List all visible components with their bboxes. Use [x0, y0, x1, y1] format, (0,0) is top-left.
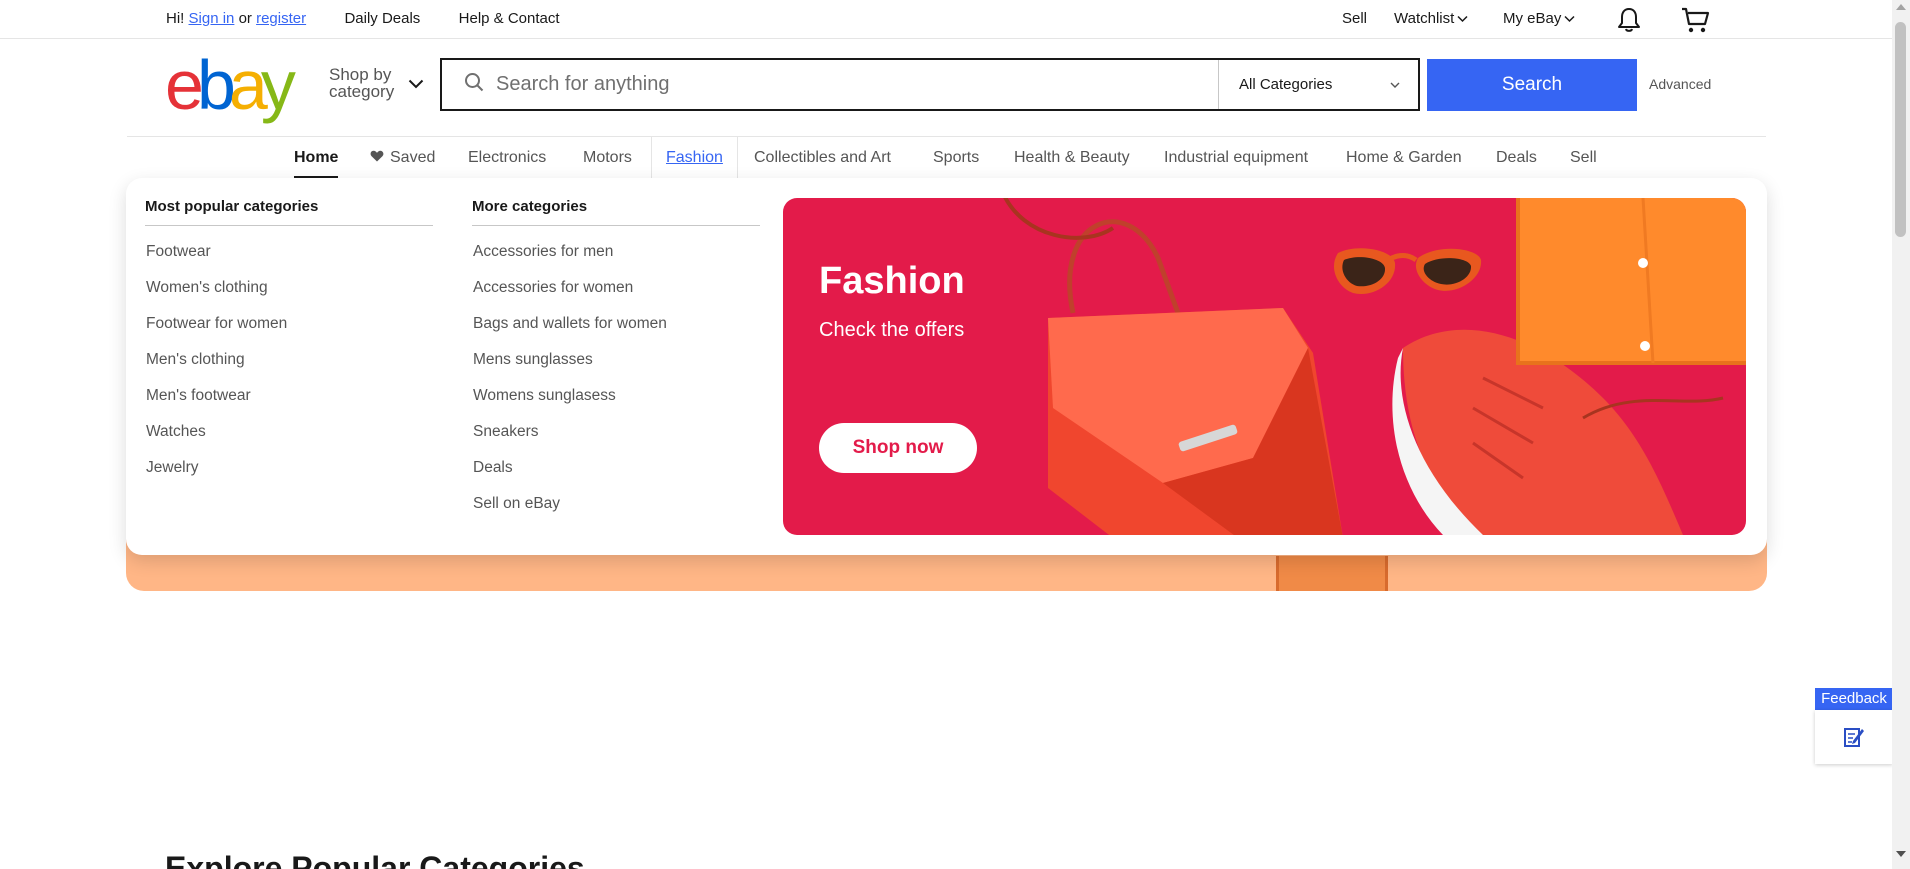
nav-industrial-equipment[interactable]: Industrial equipment	[1164, 149, 1308, 167]
chevron-down-icon	[1457, 13, 1468, 24]
page-scrollbar[interactable]	[1892, 0, 1910, 869]
logo-letter-e: e	[165, 46, 204, 124]
sell-link[interactable]: Sell	[1342, 10, 1367, 27]
advanced-search-link[interactable]: Advanced	[1649, 76, 1711, 92]
dropdown-link-mens-footwear[interactable]: Men's footwear	[145, 378, 433, 414]
more-categories-list: Accessories for men Accessories for wome…	[472, 234, 760, 522]
dropdown-link-jewelry[interactable]: Jewelry	[145, 450, 433, 486]
watchlist-label: Watchlist	[1394, 10, 1455, 27]
search-input[interactable]	[496, 73, 1216, 96]
dropdown-link-footwear[interactable]: Footwear	[145, 234, 433, 270]
nav-health-beauty[interactable]: Health & Beauty	[1014, 149, 1130, 167]
top-utility-bar: Hi! Sign in or register Daily Deals Help…	[0, 0, 1892, 39]
feedback-label: Feedback	[1815, 688, 1893, 710]
search-bar: All Categories	[440, 58, 1420, 111]
nav-saved-label: Saved	[390, 149, 436, 166]
nav-sell[interactable]: Sell	[1570, 149, 1597, 167]
dropdown-link-mens-sunglasses[interactable]: Mens sunglasses	[472, 342, 760, 378]
notification-bell-icon[interactable]	[1616, 6, 1642, 34]
shop-by-line1: Shop by	[329, 65, 392, 84]
dropdown-link-accessories-men[interactable]: Accessories for men	[472, 234, 760, 270]
more-categories-title: More categories	[472, 198, 760, 226]
chevron-down-icon	[1390, 76, 1400, 93]
category-nav: Home Saved Electronics Motors Fashion Co…	[0, 137, 1892, 179]
shop-now-button[interactable]: Shop now	[819, 423, 977, 473]
promo-subtitle: Check the offers	[819, 319, 965, 341]
nav-collectibles-art[interactable]: Collectibles and Art	[754, 149, 891, 167]
nav-motors[interactable]: Motors	[583, 149, 632, 167]
scroll-up-arrow-icon[interactable]	[1896, 4, 1906, 10]
dropdown-link-mens-clothing[interactable]: Men's clothing	[145, 342, 433, 378]
nav-fashion[interactable]: Fashion	[666, 149, 723, 167]
shop-by-line2: category	[329, 82, 395, 101]
ebay-logo[interactable]: e b a y	[165, 46, 313, 124]
popular-categories-list: Footwear Women's clothing Footwear for w…	[145, 234, 433, 486]
sell-label: Sell	[1342, 10, 1368, 27]
nav-sports[interactable]: Sports	[933, 149, 979, 167]
heart-icon	[370, 149, 384, 167]
chevron-down-icon	[1564, 13, 1575, 24]
search-field	[442, 60, 1218, 109]
dropdown-link-accessories-women[interactable]: Accessories for women	[472, 270, 760, 306]
nav-electronics[interactable]: Electronics	[468, 149, 546, 167]
category-select[interactable]: All Categories	[1218, 60, 1418, 109]
fashion-promo-banner[interactable]: Fashion Check the offers Shop now	[783, 198, 1746, 535]
dropdown-link-womens-sunglasses[interactable]: Womens sunglasess	[472, 378, 760, 414]
dropdown-link-watches[interactable]: Watches	[145, 414, 433, 450]
search-icon	[464, 72, 484, 97]
dropdown-link-sell-on-ebay[interactable]: Sell on eBay	[472, 486, 760, 522]
dropdown-link-deals[interactable]: Deals	[472, 450, 760, 486]
hero-image-fragment	[1276, 556, 1388, 591]
more-categories-column: More categories Accessories for men Acce…	[472, 198, 760, 522]
popular-categories-title: Most popular categories	[145, 198, 433, 226]
dropdown-link-womens-clothing[interactable]: Women's clothing	[145, 270, 433, 306]
nav-home[interactable]: Home	[294, 149, 339, 178]
logo-letter-b: b	[196, 46, 236, 124]
nav-deals[interactable]: Deals	[1496, 149, 1537, 167]
dropdown-link-bags-wallets-women[interactable]: Bags and wallets for women	[472, 306, 760, 342]
promo-title: Fashion	[819, 260, 965, 302]
nav-home-garden[interactable]: Home & Garden	[1346, 149, 1462, 167]
cart-icon[interactable]	[1680, 6, 1710, 34]
explore-categories-heading: Explore Popular Categories	[165, 850, 585, 869]
feedback-widget[interactable]: Feedback	[1815, 688, 1893, 766]
my-ebay-label: My eBay	[1503, 10, 1562, 27]
dropdown-link-footwear-for-women[interactable]: Footwear for women	[145, 306, 433, 342]
watchlist-menu[interactable]: Watchlist	[1394, 10, 1468, 27]
logo-letter-a: a	[228, 46, 268, 124]
promo-product-illustration	[1003, 198, 1746, 535]
scroll-down-arrow-icon[interactable]	[1896, 851, 1906, 857]
my-ebay-menu[interactable]: My eBay	[1503, 10, 1575, 27]
dropdown-link-sneakers[interactable]: Sneakers	[472, 414, 760, 450]
category-select-value: All Categories	[1239, 76, 1333, 93]
scrollbar-thumb[interactable]	[1895, 22, 1906, 237]
top-right-links: Sell Watchlist My eBay	[0, 6, 1892, 34]
nav-saved[interactable]: Saved	[370, 149, 435, 167]
logo-letter-y: y	[260, 46, 296, 124]
popular-categories-column: Most popular categories Footwear Women's…	[145, 198, 433, 486]
chevron-down-icon	[408, 75, 424, 92]
search-button[interactable]: Search	[1427, 59, 1637, 111]
feedback-edit-icon	[1815, 710, 1893, 764]
shop-by-category-button[interactable]: Shop by category	[329, 66, 424, 100]
